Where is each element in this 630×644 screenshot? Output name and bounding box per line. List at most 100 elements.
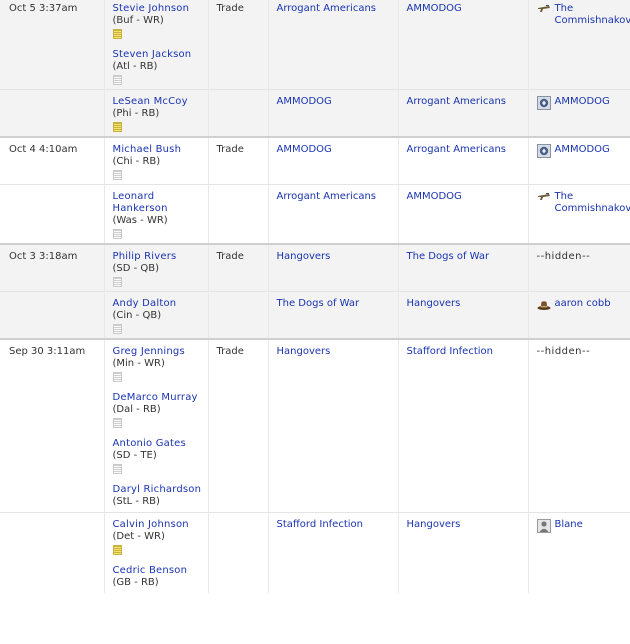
players-cell: Michael Bush (Chi - RB) xyxy=(103,136,208,185)
player-name-link[interactable]: Leonard Hankerson xyxy=(113,191,202,215)
from-team-link[interactable]: Hangovers xyxy=(277,346,331,357)
player-team-position: (Atl - RB) xyxy=(112,61,158,72)
player-note-icon[interactable] xyxy=(112,464,122,474)
to-team-cell: AMMODOG xyxy=(397,0,528,90)
manager-name-link[interactable]: AMMODOG xyxy=(555,144,610,156)
manager[interactable]: The Commishnakov xyxy=(537,3,630,27)
badge-icon xyxy=(536,144,551,158)
type-cell: Trade xyxy=(207,0,268,90)
manager[interactable]: AMMODOG xyxy=(536,144,625,158)
to-team-cell: Hangovers xyxy=(397,512,528,593)
player-entry: Daryl Richardson (StL - RB) xyxy=(113,478,202,512)
manager-name-link[interactable]: The Commishnakov xyxy=(555,3,630,27)
to-team-link[interactable]: Arrogant Americans xyxy=(407,144,507,155)
player-entry: Steven Jackson (Atl - RB) xyxy=(112,43,202,89)
player-team-position: (Det - WR) xyxy=(112,531,165,542)
from-team-link[interactable]: AMMODOG xyxy=(277,96,332,107)
transaction-row: Leonard Hankerson (Was - WR) Arrogant Am… xyxy=(0,184,630,244)
from-team-link[interactable]: Arrogant Americans xyxy=(277,191,377,202)
players-cell: Calvin Johnson (Det - WR) Cedric Benson … xyxy=(103,512,208,593)
player-note-icon[interactable] xyxy=(112,170,122,180)
type-cell: Trade xyxy=(207,243,268,292)
transaction-date: Oct 3 3:18am xyxy=(9,251,78,262)
player-note-icon[interactable] xyxy=(112,277,122,287)
player-name-link[interactable]: Cedric Benson xyxy=(113,565,202,577)
manager[interactable]: aaron cobb xyxy=(537,298,625,312)
manager-cell: --hidden-- xyxy=(527,243,630,292)
player-entry: Calvin Johnson (Det - WR) xyxy=(112,513,202,559)
players-cell: Philip Rivers (SD - QB) xyxy=(103,243,208,292)
player-entry: Philip Rivers (SD - QB) xyxy=(112,245,202,291)
manager-name-link[interactable]: aaron cobb xyxy=(555,298,611,310)
manager-name-link[interactable]: AMMODOG xyxy=(555,96,610,108)
manager-cell: Blane xyxy=(527,512,630,593)
player-note-icon[interactable] xyxy=(112,29,122,39)
from-team-cell: Stafford Infection xyxy=(267,512,398,593)
player-name-link[interactable]: Andy Dalton xyxy=(113,298,202,310)
player-entry: LeSean McCoy (Phi - RB) xyxy=(112,90,202,136)
from-team-link[interactable]: Arrogant Americans xyxy=(277,3,377,14)
player-note-icon[interactable] xyxy=(112,229,122,239)
player-name-link[interactable]: Michael Bush xyxy=(113,144,202,156)
from-team-link[interactable]: Stafford Infection xyxy=(277,519,363,530)
manager[interactable]: Blane xyxy=(536,519,625,533)
player-name-link[interactable]: Steven Jackson xyxy=(113,49,202,61)
to-team-link[interactable]: AMMODOG xyxy=(407,191,462,202)
player-name-link[interactable]: DeMarco Murray xyxy=(113,392,202,404)
date-cell: Sep 30 3:11am xyxy=(0,338,104,513)
manager-cell: The Commishnakov xyxy=(527,0,630,90)
transaction-type: Trade xyxy=(216,3,244,14)
player-name-link[interactable]: Calvin Johnson xyxy=(113,519,202,531)
to-team-link[interactable]: AMMODOG xyxy=(407,3,462,14)
player-team-position: (SD - QB) xyxy=(112,263,160,274)
player-note-icon[interactable] xyxy=(112,545,122,555)
to-team-link[interactable]: Stafford Infection xyxy=(407,346,493,357)
player-team-position: (GB - RB) xyxy=(112,577,159,588)
transactions-body: Oct 5 3:37am Stevie Johnson (Buf - WR) S… xyxy=(0,0,630,593)
from-team-cell: Arrogant Americans xyxy=(267,0,398,90)
date-cell xyxy=(0,184,104,244)
manager-cell: AMMODOG xyxy=(527,89,630,137)
manager-name-link[interactable]: The Commishnakov xyxy=(555,191,630,215)
player-entry: Greg Jennings (Min - WR) xyxy=(112,340,202,386)
player-name-link[interactable]: Philip Rivers xyxy=(113,251,202,263)
manager-cell: aaron cobb xyxy=(527,291,630,339)
transaction-row: LeSean McCoy (Phi - RB) AMMODOG Arrogant… xyxy=(0,89,630,137)
type-cell xyxy=(207,89,268,137)
player-name-link[interactable]: Daryl Richardson xyxy=(113,484,202,496)
player-name-link[interactable]: Greg Jennings xyxy=(113,346,202,358)
player-note-icon[interactable] xyxy=(112,75,122,85)
to-team-link[interactable]: Hangovers xyxy=(407,298,461,309)
from-team-link[interactable]: Hangovers xyxy=(277,251,331,262)
player-note-icon[interactable] xyxy=(112,372,122,382)
type-cell xyxy=(207,184,268,244)
to-team-cell: The Dogs of War xyxy=(397,243,528,292)
from-team-link[interactable]: The Dogs of War xyxy=(277,298,360,309)
player-name-link[interactable]: LeSean McCoy xyxy=(113,96,202,108)
manager[interactable]: AMMODOG xyxy=(536,96,625,110)
to-team-link[interactable]: Hangovers xyxy=(407,519,461,530)
manager-name-link[interactable]: Blane xyxy=(555,519,583,531)
transactions-table: Oct 5 3:37am Stevie Johnson (Buf - WR) S… xyxy=(0,0,630,593)
transaction-row: Sep 30 3:11am Greg Jennings (Min - WR) D… xyxy=(0,338,630,513)
player-team-position: (Chi - RB) xyxy=(112,156,161,167)
transaction-row: Oct 3 3:18am Philip Rivers (SD - QB) Tra… xyxy=(0,243,630,292)
to-team-cell: Arrogant Americans xyxy=(397,89,528,137)
player-note-icon[interactable] xyxy=(112,324,122,334)
to-team-link[interactable]: The Dogs of War xyxy=(407,251,490,262)
manager[interactable]: The Commishnakov xyxy=(537,191,630,215)
player-name-link[interactable]: Stevie Johnson xyxy=(113,3,202,15)
player-note-icon[interactable] xyxy=(112,418,122,428)
from-team-link[interactable]: AMMODOG xyxy=(277,144,332,155)
to-team-link[interactable]: Arrogant Americans xyxy=(407,96,507,107)
player-entry: Antonio Gates (SD - TE) xyxy=(112,432,202,478)
transaction-row: Oct 5 3:37am Stevie Johnson (Buf - WR) S… xyxy=(0,0,630,90)
players-cell: Greg Jennings (Min - WR) DeMarco Murray … xyxy=(103,338,208,513)
player-name-link[interactable]: Antonio Gates xyxy=(113,438,202,450)
player-note-icon[interactable] xyxy=(112,122,122,132)
manager-hidden: --hidden-- xyxy=(536,251,591,262)
from-team-cell: The Dogs of War xyxy=(267,291,398,339)
to-team-cell: Hangovers xyxy=(397,291,528,339)
type-cell: Trade xyxy=(207,136,268,185)
transactions-panel: Oct 5 3:37am Stevie Johnson (Buf - WR) S… xyxy=(0,0,630,644)
